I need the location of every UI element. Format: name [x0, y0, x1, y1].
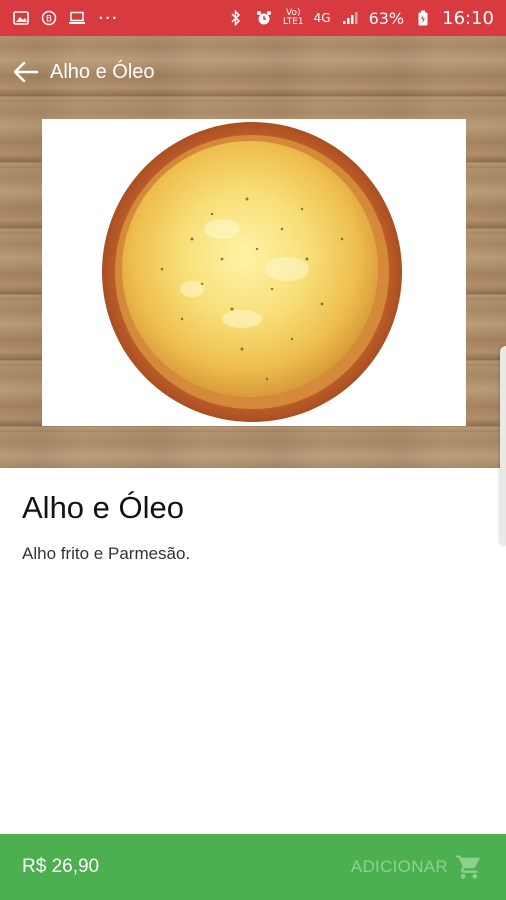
laptop-icon — [68, 10, 86, 26]
network-type: 4G — [313, 11, 331, 25]
product-description: Alho frito e Parmesão. — [22, 544, 191, 563]
status-bar: B ··· Vo) LTE1 4G 63% 16:10 — [0, 0, 506, 36]
b-circle-icon: B — [40, 10, 58, 26]
clock: 16:10 — [442, 7, 494, 29]
status-bar-right: Vo) LTE1 4G 63% 16:10 — [227, 8, 494, 29]
shopping-cart-icon — [454, 852, 484, 882]
bottom-bar: R$ 26,90 ADICIONAR — [0, 834, 506, 900]
edge-panel-handle[interactable] — [500, 346, 506, 546]
more-notifications: ··· — [98, 7, 119, 29]
product-price: R$ 26,90 — [22, 856, 100, 877]
bluetooth-icon — [227, 10, 245, 26]
battery-percent: 63% — [368, 8, 405, 28]
toolbar-title: Alho e Óleo — [50, 60, 155, 83]
add-to-cart-button[interactable]: ADICIONAR — [351, 852, 484, 882]
image-icon — [12, 10, 30, 26]
product-name: Alho e Óleo — [22, 490, 184, 525]
signal-icon — [341, 10, 359, 26]
battery-icon — [414, 10, 432, 26]
svg-text:B: B — [46, 15, 52, 25]
pizza-image — [102, 122, 402, 422]
alarm-icon — [255, 10, 273, 26]
add-to-cart-label: ADICIONAR — [350, 857, 448, 876]
product-image — [42, 119, 466, 426]
status-bar-left: B ··· — [12, 8, 118, 29]
back-button[interactable] — [12, 58, 40, 86]
volte-indicator: Vo) LTE1 — [282, 8, 304, 27]
app-toolbar: Alho e Óleo — [0, 36, 506, 108]
arrow-left-icon — [13, 61, 39, 83]
